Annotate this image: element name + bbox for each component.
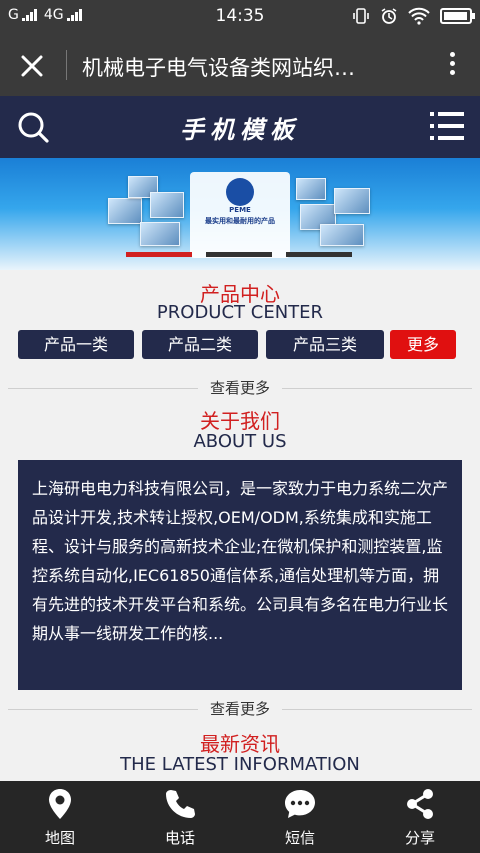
slide-indicator-2[interactable] [206, 252, 272, 257]
tab-phone[interactable]: 电话 [120, 781, 240, 853]
tab-label: 地图 [44, 829, 75, 847]
banner-tile [320, 224, 364, 246]
tab-label: 分享 [404, 829, 435, 847]
slide-indicator-1[interactable] [126, 252, 192, 257]
more-options-icon[interactable] [446, 48, 458, 84]
about-text[interactable]: 上海研电电力科技有限公司，是一家致力于电力系统二次产品设计开发,技术转让授权,O… [18, 460, 462, 690]
category-more-button[interactable]: 更多 [390, 330, 456, 359]
map-pin-icon [49, 789, 71, 819]
view-more-row: 查看更多 [8, 378, 472, 398]
status-bar: G 4G 14:35 [0, 0, 480, 34]
tab-sms[interactable]: 短信 [240, 781, 360, 853]
close-icon[interactable] [14, 48, 50, 84]
battery-icon [440, 8, 475, 24]
bottom-tab-bar: 地图 电话 短信 分享 [0, 781, 480, 853]
site-logo[interactable]: 手机模板 [0, 110, 480, 145]
category-button-2[interactable]: 产品二类 [142, 330, 258, 359]
banner-tile [108, 198, 142, 224]
product-categories: 产品一类 产品二类 产品三类 更多 [18, 330, 462, 359]
banner-tagline: 最实用和最耐用的产品 [205, 217, 275, 225]
banner-tile [334, 188, 370, 214]
about-title: 关于我们 [200, 409, 280, 433]
view-more-link[interactable]: 查看更多 [198, 378, 282, 398]
banner-tile [140, 222, 180, 246]
phone-icon [166, 790, 195, 818]
news-title: 最新资讯 [200, 732, 280, 756]
vibrate-icon [353, 8, 369, 24]
category-button-1[interactable]: 产品一类 [18, 330, 134, 359]
status-right [352, 7, 475, 25]
alarm-icon [381, 8, 397, 24]
view-more-row: 查看更多 [8, 699, 472, 719]
page-title: 机械电子电气设备类网站织… [82, 56, 355, 80]
menu-icon[interactable] [430, 110, 464, 142]
slide-indicator-3[interactable] [286, 252, 352, 257]
banner-card: PEME 最实用和最耐用的产品 [190, 172, 290, 258]
tab-share[interactable]: 分享 [360, 781, 480, 853]
tab-label: 短信 [284, 829, 315, 847]
message-icon [285, 790, 315, 818]
wifi-icon [408, 7, 430, 25]
brand-emblem-icon [226, 178, 254, 206]
view-more-link[interactable]: 查看更多 [198, 699, 282, 719]
banner-brand: PEME [229, 206, 251, 214]
browser-title-bar: 机械电子电气设备类网站织… [0, 34, 480, 96]
site-header: 手机模板 [0, 96, 480, 158]
banner-tile [296, 178, 326, 200]
tab-label: 电话 [164, 829, 195, 847]
tab-map[interactable]: 地图 [0, 781, 120, 853]
banner-tile [150, 192, 184, 218]
product-center-subtitle: PRODUCT CENTER [156, 302, 324, 323]
hero-banner[interactable]: PEME 最实用和最耐用的产品 [0, 158, 480, 270]
share-icon [407, 789, 433, 819]
category-button-3[interactable]: 产品三类 [266, 330, 384, 359]
news-subtitle: THE LATEST INFORMATION [120, 754, 360, 775]
about-subtitle: ABOUT US [193, 431, 287, 452]
title-divider [66, 50, 67, 80]
